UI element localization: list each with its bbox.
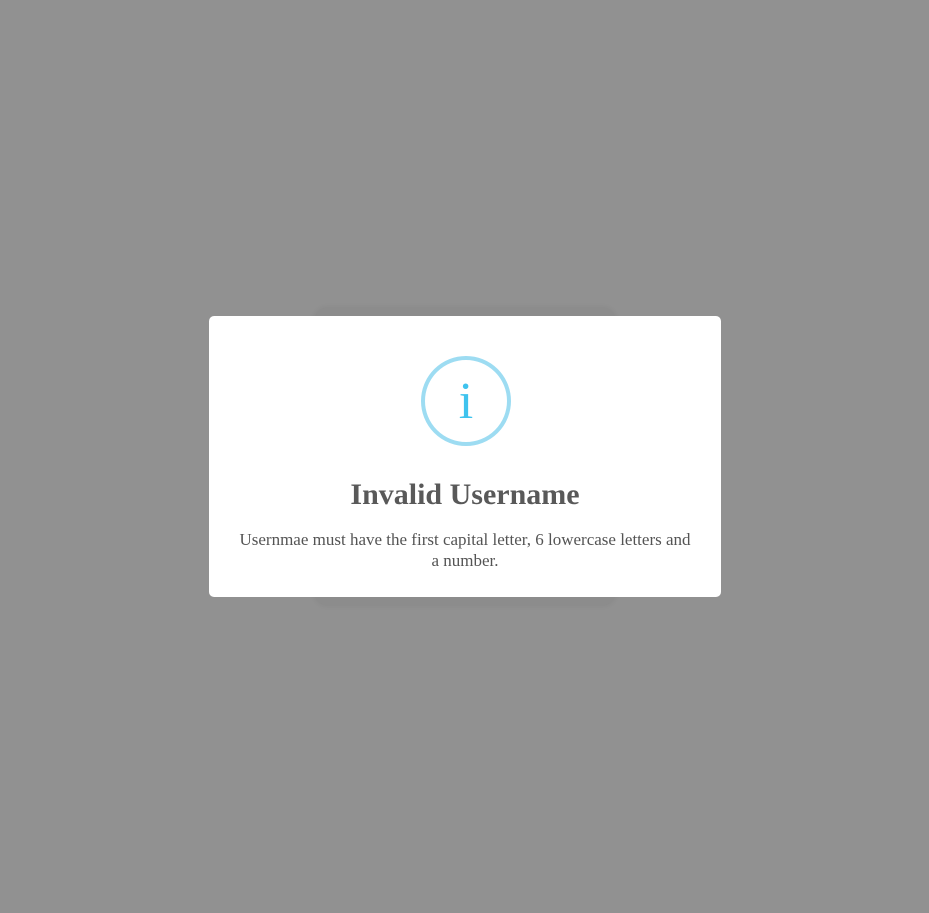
alert-dialog: i Invalid Username Usernmae must have th… — [209, 316, 721, 597]
dialog-title: Invalid Username — [350, 478, 580, 511]
info-icon: i — [421, 356, 511, 446]
dialog-message: Usernmae must have the first capital let… — [239, 530, 691, 570]
info-icon-glyph: i — [458, 373, 474, 430]
